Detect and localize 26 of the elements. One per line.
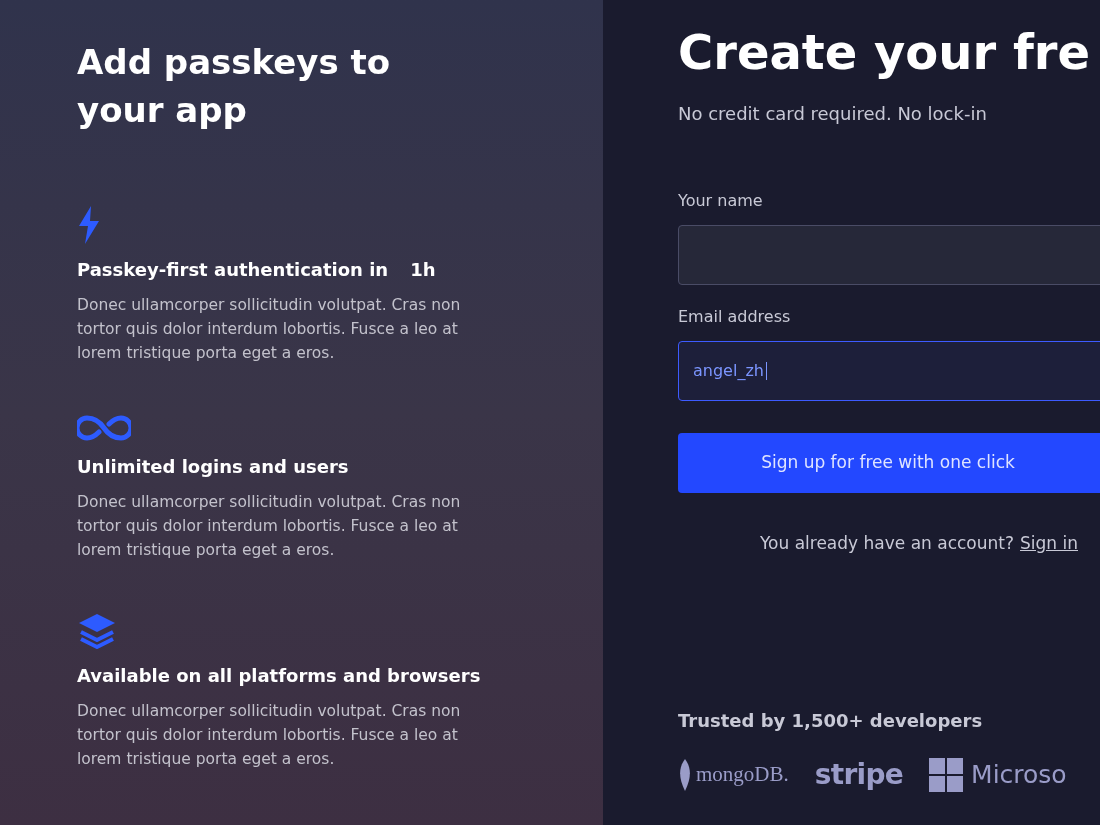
trusted-text: Trusted by 1,500+ developers — [678, 708, 984, 733]
feature-title: Available on all platforms and browsers — [77, 664, 481, 688]
signup-subtitle: No credit card required. No lock-in — [678, 102, 988, 126]
signup-button[interactable]: Sign up for free with one click — [678, 433, 1100, 493]
signup-title: Create your fre — [678, 23, 1091, 82]
feature-highlight: 1h — [410, 258, 436, 282]
company-logo: stripe — [814, 756, 904, 793]
windows-grid-icon — [929, 757, 964, 792]
field-label: Email address — [678, 306, 791, 328]
signin-link[interactable]: Sign in — [1020, 531, 1078, 557]
lightning-bolt-icon — [77, 206, 101, 244]
infinity-icon — [77, 415, 131, 441]
feature-title: Passkey-first authentication in — [77, 258, 389, 282]
layers-icon — [77, 612, 117, 650]
leaf-icon — [678, 758, 692, 791]
feature-description: Donec ullamcorper sollicitudin volutpat. Cras non tortor quis dolor interdum lobortis. Fusce a leo at lorem tristique porta eget a eros. — [77, 701, 462, 770]
feature-description: Donec ullamcorper sollicitudin volutpat. Cras non tortor quis dolor interdum lobortis. Fusce a leo at lorem tristique porta eget a eros. — [77, 295, 462, 364]
field-label: Your name — [678, 190, 763, 212]
input-field[interactable]: angel_zh — [678, 341, 1100, 401]
promo-heading: Add passkeys to your app — [77, 41, 392, 132]
feature-title: Unlimited logins and users — [77, 455, 349, 479]
company-logo: mongoDB. — [696, 760, 789, 788]
signin-prompt: You already have an account? — [759, 532, 1014, 555]
company-logo: Microso — [971, 758, 1067, 791]
feature-description: Donec ullamcorper sollicitudin volutpat. Cras non tortor quis dolor interdum lobortis. Fusce a leo at lorem tristique porta eget a eros. — [77, 492, 462, 561]
input-field[interactable] — [678, 225, 1100, 285]
